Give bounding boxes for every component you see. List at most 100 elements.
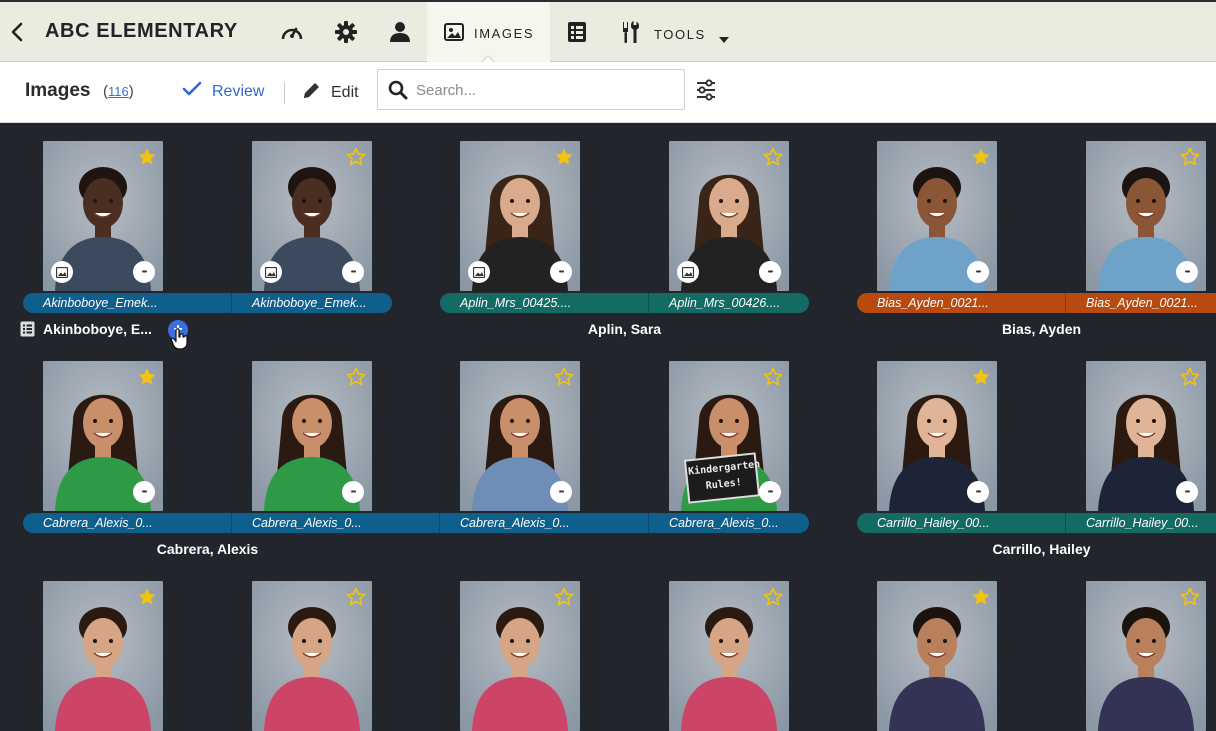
photo-filename: Carrillo_Hailey_00... bbox=[877, 516, 990, 530]
pencil-icon bbox=[302, 81, 321, 105]
image-icon[interactable] bbox=[51, 261, 73, 283]
more-icon[interactable]: ••• bbox=[133, 261, 155, 283]
star-filled-icon[interactable] bbox=[137, 147, 157, 167]
school-name: ABC ELEMENTARY bbox=[45, 20, 238, 42]
star-outline-icon[interactable] bbox=[346, 367, 366, 387]
filename-band: Cabrera_Alexis_0... Cabrera_Alexis_0... Ca… bbox=[23, 513, 809, 533]
image-count: (116) bbox=[103, 83, 134, 100]
student-name[interactable]: Aplin, Sara bbox=[440, 321, 809, 337]
student-photo[interactable]: ••• bbox=[252, 141, 372, 291]
tab-tools-label[interactable]: TOOLS bbox=[654, 27, 706, 42]
filter-sliders-icon[interactable] bbox=[696, 79, 716, 106]
tools-icon[interactable] bbox=[618, 18, 644, 46]
star-outline-icon[interactable] bbox=[763, 147, 783, 167]
photo-filename: Bias_Ayden_0021... bbox=[877, 296, 989, 310]
star-filled-icon[interactable] bbox=[137, 367, 157, 387]
image-icon[interactable] bbox=[260, 261, 282, 283]
images-toolbar: Images (116) Review Edit bbox=[0, 62, 1216, 123]
caret-down-icon[interactable] bbox=[719, 30, 729, 48]
search-icon bbox=[388, 80, 408, 105]
more-icon[interactable]: ••• bbox=[1176, 481, 1198, 503]
student-photo[interactable] bbox=[460, 581, 580, 731]
star-outline-icon[interactable] bbox=[346, 147, 366, 167]
star-filled-icon[interactable] bbox=[971, 367, 991, 387]
speedometer-icon[interactable] bbox=[279, 18, 305, 46]
roster-icon[interactable] bbox=[564, 18, 590, 46]
student-name[interactable]: Bias, Ayden bbox=[857, 321, 1216, 337]
student-photo[interactable]: ••• bbox=[669, 141, 789, 291]
student-photo[interactable]: ••• bbox=[252, 361, 372, 511]
more-icon[interactable]: ••• bbox=[550, 261, 572, 283]
filename-band: Aplin_Mrs_00425.... Aplin_Mrs_00426.... bbox=[440, 293, 809, 313]
pointer-hand-icon bbox=[170, 328, 189, 355]
student-photo[interactable] bbox=[252, 581, 372, 731]
more-icon[interactable]: ••• bbox=[342, 261, 364, 283]
user-icon[interactable] bbox=[387, 18, 413, 46]
image-icon[interactable] bbox=[677, 261, 699, 283]
student-photo[interactable] bbox=[43, 581, 163, 731]
student-name[interactable]: Carrillo, Hailey bbox=[857, 541, 1216, 557]
tab-images-label: IMAGES bbox=[474, 26, 535, 41]
student-photo[interactable] bbox=[669, 581, 789, 731]
student-photo[interactable]: ••• bbox=[877, 141, 997, 291]
photo-filename: Aplin_Mrs_00425.... bbox=[460, 296, 572, 310]
student-photo[interactable] bbox=[877, 581, 997, 731]
tab-images[interactable]: IMAGES bbox=[427, 2, 550, 75]
search-box[interactable] bbox=[377, 69, 685, 110]
star-filled-icon[interactable] bbox=[137, 587, 157, 607]
student-photo[interactable] bbox=[1086, 581, 1206, 731]
roster-icon[interactable] bbox=[20, 321, 35, 342]
gear-icon[interactable] bbox=[333, 18, 359, 46]
star-outline-icon[interactable] bbox=[1180, 587, 1200, 607]
more-icon[interactable]: ••• bbox=[342, 481, 364, 503]
star-outline-icon[interactable] bbox=[763, 587, 783, 607]
more-icon[interactable]: ••• bbox=[967, 261, 989, 283]
image-count-link[interactable]: 116 bbox=[108, 84, 129, 99]
back-chevron-icon[interactable] bbox=[8, 20, 26, 44]
star-outline-icon[interactable] bbox=[1180, 367, 1200, 387]
star-outline-icon[interactable] bbox=[1180, 147, 1200, 167]
student-photo[interactable]: ••• bbox=[460, 361, 580, 511]
star-filled-icon[interactable] bbox=[971, 587, 991, 607]
student-photo[interactable]: ••• bbox=[43, 361, 163, 511]
image-icon bbox=[444, 23, 464, 46]
search-input[interactable] bbox=[416, 78, 676, 102]
star-outline-icon[interactable] bbox=[346, 587, 366, 607]
more-icon[interactable]: ••• bbox=[550, 481, 572, 503]
band-divider bbox=[1065, 293, 1066, 313]
band-divider bbox=[231, 513, 232, 533]
star-filled-icon[interactable] bbox=[554, 147, 574, 167]
page-title: Images bbox=[25, 80, 91, 101]
student-photo[interactable]: Kindergarten Rules! ••• bbox=[669, 361, 789, 511]
edit-button[interactable]: Edit bbox=[302, 81, 359, 105]
more-icon[interactable]: ••• bbox=[759, 481, 781, 503]
review-button[interactable]: Review bbox=[182, 81, 264, 102]
more-icon[interactable]: ••• bbox=[967, 481, 989, 503]
student-photo[interactable]: ••• bbox=[43, 141, 163, 291]
star-outline-icon[interactable] bbox=[554, 587, 574, 607]
review-label: Review bbox=[212, 82, 265, 100]
student-name[interactable]: Akinboboye, E... bbox=[43, 321, 152, 337]
filename-band: Bias_Ayden_0021... Bias_Ayden_0021... bbox=[857, 293, 1216, 313]
check-icon bbox=[182, 81, 202, 102]
filename-band: Carrillo_Hailey_00... Carrillo_Hailey_00.… bbox=[857, 513, 1216, 533]
more-icon[interactable]: ••• bbox=[759, 261, 781, 283]
photo-filename: Cabrera_Alexis_0... bbox=[252, 516, 362, 530]
student-photo[interactable]: ••• bbox=[1086, 141, 1206, 291]
image-icon[interactable] bbox=[468, 261, 490, 283]
more-icon[interactable]: ••• bbox=[133, 481, 155, 503]
more-icon[interactable]: ••• bbox=[1176, 261, 1198, 283]
student-name[interactable]: Cabrera, Alexis bbox=[23, 541, 392, 557]
student-photo[interactable]: ••• bbox=[877, 361, 997, 511]
photo-filename: Cabrera_Alexis_0... bbox=[669, 516, 779, 530]
band-divider bbox=[231, 293, 232, 313]
student-photo[interactable]: ••• bbox=[1086, 361, 1206, 511]
photo-filename: Cabrera_Alexis_0... bbox=[43, 516, 153, 530]
photo-filename: Cabrera_Alexis_0... bbox=[460, 516, 570, 530]
star-outline-icon[interactable] bbox=[763, 367, 783, 387]
star-filled-icon[interactable] bbox=[971, 147, 991, 167]
band-divider bbox=[1065, 513, 1066, 533]
star-outline-icon[interactable] bbox=[554, 367, 574, 387]
student-photo[interactable]: ••• bbox=[460, 141, 580, 291]
band-divider bbox=[648, 293, 649, 313]
